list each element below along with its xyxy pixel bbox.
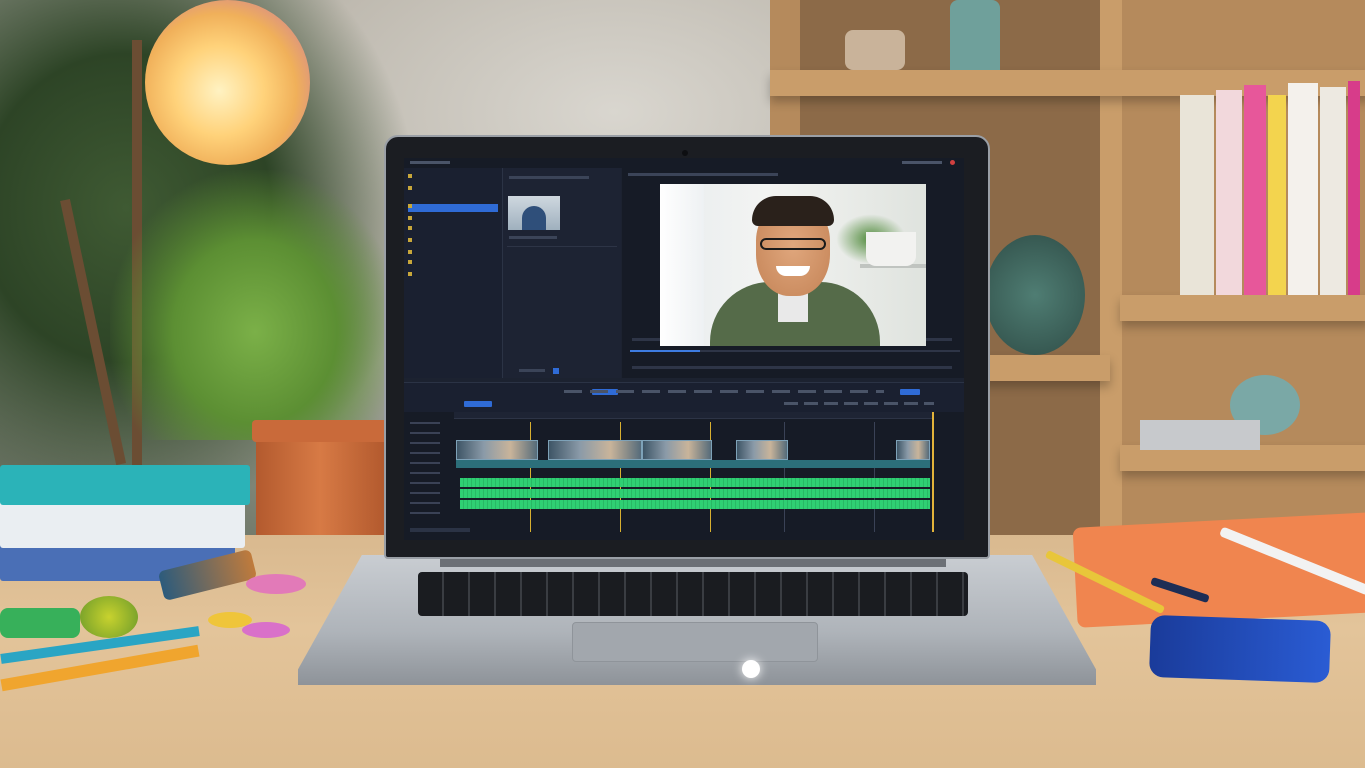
audio-icon <box>408 204 412 208</box>
media-item-label <box>509 236 557 239</box>
person-glasses <box>760 238 826 250</box>
settings-icon <box>408 260 412 264</box>
window-curtain <box>660 184 704 346</box>
sidebar-item[interactable] <box>408 186 498 194</box>
media-icon <box>408 186 412 190</box>
person-smile <box>776 266 810 276</box>
video-clip[interactable] <box>456 440 538 460</box>
timeline-toolbar <box>404 382 964 413</box>
pink-clip <box>246 574 306 594</box>
book <box>1216 90 1242 295</box>
desk-lamp <box>145 0 310 165</box>
timeline-controls[interactable] <box>784 402 934 405</box>
laptop-keyboard <box>418 572 968 616</box>
clip-title-track[interactable] <box>456 460 930 468</box>
person-tshirt <box>778 292 808 322</box>
sidebar-item[interactable] <box>408 174 498 182</box>
thumbnail-person <box>522 206 546 230</box>
video-editor-screen <box>404 158 964 540</box>
sidebar-item[interactable] <box>408 226 498 234</box>
shelf-board <box>970 355 1110 381</box>
book-teal <box>0 465 250 505</box>
book <box>1268 95 1286 295</box>
timeline-tab-active[interactable] <box>464 401 492 407</box>
timeline-marker <box>620 422 621 532</box>
media-bin-header <box>509 176 589 179</box>
book <box>1244 85 1266 295</box>
menu-items[interactable] <box>410 161 450 164</box>
sidebar-item[interactable] <box>408 260 498 268</box>
sidebar-item[interactable] <box>408 238 498 246</box>
transitions-icon <box>408 238 412 242</box>
export-icon <box>408 272 412 276</box>
editor-sidebar <box>404 168 503 378</box>
video-clip[interactable] <box>548 440 642 460</box>
pink-clip <box>242 622 290 638</box>
footer-label <box>519 369 545 372</box>
video-clip[interactable] <box>896 440 930 460</box>
audio-track[interactable] <box>460 489 930 498</box>
video-clip[interactable] <box>736 440 788 460</box>
track-headers[interactable] <box>410 422 440 522</box>
folder-icon <box>408 174 412 178</box>
power-indicator-light <box>742 660 760 678</box>
timeline-ruler[interactable] <box>454 412 934 419</box>
timeline-marker <box>710 422 711 532</box>
book <box>1180 95 1214 295</box>
potted-plant-leaves <box>110 170 400 440</box>
sidebar-item-active[interactable] <box>408 204 498 212</box>
sidebar-item[interactable] <box>408 216 498 224</box>
shelf-board <box>1120 295 1365 321</box>
book <box>1320 87 1346 295</box>
effects-icon <box>408 226 412 230</box>
yellow-clip <box>208 612 252 628</box>
bowl <box>845 30 905 70</box>
book <box>1348 81 1360 295</box>
timeline-playhead[interactable] <box>932 412 934 532</box>
green-block <box>0 608 80 638</box>
media-thumbnail[interactable] <box>508 196 560 230</box>
divider <box>507 246 617 247</box>
preview-scrubber-progress <box>630 350 700 352</box>
text-icon <box>408 216 412 220</box>
decor-plant <box>985 235 1085 355</box>
timeline-marker <box>874 422 875 532</box>
preview-header <box>628 173 778 176</box>
pot-rim <box>252 420 388 442</box>
green-cup <box>80 596 138 638</box>
timeline-marker <box>530 422 531 532</box>
window-title <box>902 161 942 164</box>
book-row <box>1180 80 1360 295</box>
toolbar-tools[interactable] <box>564 390 884 393</box>
editor-menu-bar <box>404 158 964 168</box>
timeline <box>404 412 964 540</box>
media-bin-footer <box>507 368 617 374</box>
sidebar-item[interactable] <box>408 250 498 258</box>
toolbar-button-active[interactable] <box>900 389 920 395</box>
planter <box>866 232 916 266</box>
import-button[interactable] <box>553 368 559 374</box>
timeline-marker <box>784 422 785 532</box>
playback-controls[interactable] <box>632 366 952 369</box>
person-hair <box>752 196 834 226</box>
vase <box>950 0 1000 70</box>
audio-track[interactable] <box>460 500 930 509</box>
webcam-icon <box>682 150 688 156</box>
sidebar-item[interactable] <box>408 272 498 280</box>
zoom-slider[interactable] <box>410 528 470 532</box>
photo-scene <box>0 0 1365 768</box>
laptop-touchpad <box>572 622 818 662</box>
elements-icon <box>408 250 412 254</box>
book-white <box>0 498 245 548</box>
book <box>1288 83 1318 295</box>
video-preview[interactable] <box>660 184 926 346</box>
close-icon[interactable] <box>950 160 955 165</box>
smartphone-blue <box>1148 614 1332 684</box>
audio-track[interactable] <box>460 478 930 487</box>
video-clip[interactable] <box>642 440 712 460</box>
stacked-papers <box>1140 420 1260 450</box>
